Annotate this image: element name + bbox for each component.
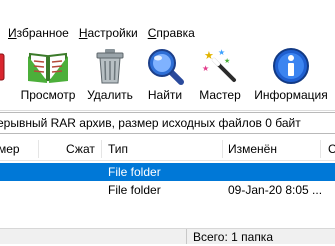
menu-help-rest: правка bbox=[156, 26, 195, 40]
column-divider[interactable] bbox=[320, 140, 321, 158]
status-divider bbox=[186, 229, 187, 244]
view-button[interactable]: Просмотр bbox=[18, 46, 78, 108]
svg-text:★: ★ bbox=[202, 64, 209, 73]
wizard-button[interactable]: ★ ★ ★ ★ Мастер bbox=[194, 46, 246, 108]
trash-icon bbox=[96, 49, 124, 84]
menu-help[interactable]: Справка bbox=[146, 26, 197, 40]
book-icon bbox=[28, 52, 68, 83]
find-button[interactable]: Найти bbox=[142, 46, 188, 108]
svg-text:★: ★ bbox=[224, 57, 230, 65]
menu-settings-hotkey: Н bbox=[78, 26, 88, 40]
wizard-label: Мастер bbox=[199, 88, 241, 102]
column-divider[interactable] bbox=[101, 140, 102, 158]
menu-settings[interactable]: Настройки bbox=[77, 26, 140, 40]
magnifier-icon bbox=[148, 49, 184, 85]
column-header: мер Сжат Тип Изменён C bbox=[0, 138, 335, 161]
column-divider[interactable] bbox=[38, 140, 39, 158]
row-type: File folder bbox=[108, 183, 161, 197]
column-size[interactable]: мер bbox=[0, 138, 38, 160]
column-divider[interactable] bbox=[222, 140, 223, 158]
menu-favorites-rest: збранное bbox=[16, 26, 69, 40]
menu-favorites[interactable]: Избранное bbox=[6, 26, 71, 40]
column-modified-label: Изменён bbox=[228, 142, 277, 156]
row-modified: 09-Jan-20 8:05 ... bbox=[228, 183, 323, 197]
info-button[interactable]: Информация bbox=[252, 46, 330, 108]
info-label: Информация bbox=[254, 88, 328, 102]
toolbar: Просмотр Удалить Найти ★ ★ ★ ★ Мастер Ин… bbox=[0, 44, 335, 111]
column-modified[interactable]: Изменён bbox=[228, 138, 318, 160]
archive-info-bar: ерывный RAR архив, размер исходных файло… bbox=[0, 112, 335, 134]
delete-button[interactable]: Удалить bbox=[84, 46, 136, 108]
menu-settings-rest: астройки bbox=[87, 26, 138, 40]
magic-wand-icon: ★ ★ ★ ★ bbox=[202, 48, 236, 82]
column-type-label: Тип bbox=[108, 142, 129, 156]
svg-text:★: ★ bbox=[204, 49, 214, 62]
row-type: File folder bbox=[108, 165, 161, 179]
column-packed-label: Сжат bbox=[66, 142, 95, 156]
delete-label: Удалить bbox=[87, 88, 133, 102]
menu-bar: Избранное Настройки Справка bbox=[0, 22, 335, 44]
extract-button-partial[interactable] bbox=[0, 46, 6, 108]
status-total: Всего: 1 папка bbox=[193, 230, 273, 244]
archive-info-text: ерывный RAR архив, размер исходных файло… bbox=[0, 116, 301, 130]
column-type[interactable]: Тип bbox=[108, 138, 218, 160]
extract-icon bbox=[0, 53, 5, 81]
find-label: Найти bbox=[147, 88, 183, 102]
status-bar: Всего: 1 папка bbox=[0, 228, 335, 244]
table-row[interactable]: File folder bbox=[0, 163, 335, 181]
column-crc[interactable]: C bbox=[328, 138, 335, 160]
table-row[interactable]: File folder 09-Jan-20 8:05 ... bbox=[0, 181, 335, 199]
view-label: Просмотр bbox=[20, 88, 76, 102]
column-packed[interactable]: Сжат bbox=[66, 138, 100, 160]
svg-text:★: ★ bbox=[218, 48, 225, 57]
column-crc-label: C bbox=[328, 142, 335, 156]
column-size-label: мер bbox=[0, 142, 20, 156]
info-icon bbox=[273, 48, 309, 84]
menu-favorites-hotkey: И bbox=[8, 26, 17, 40]
